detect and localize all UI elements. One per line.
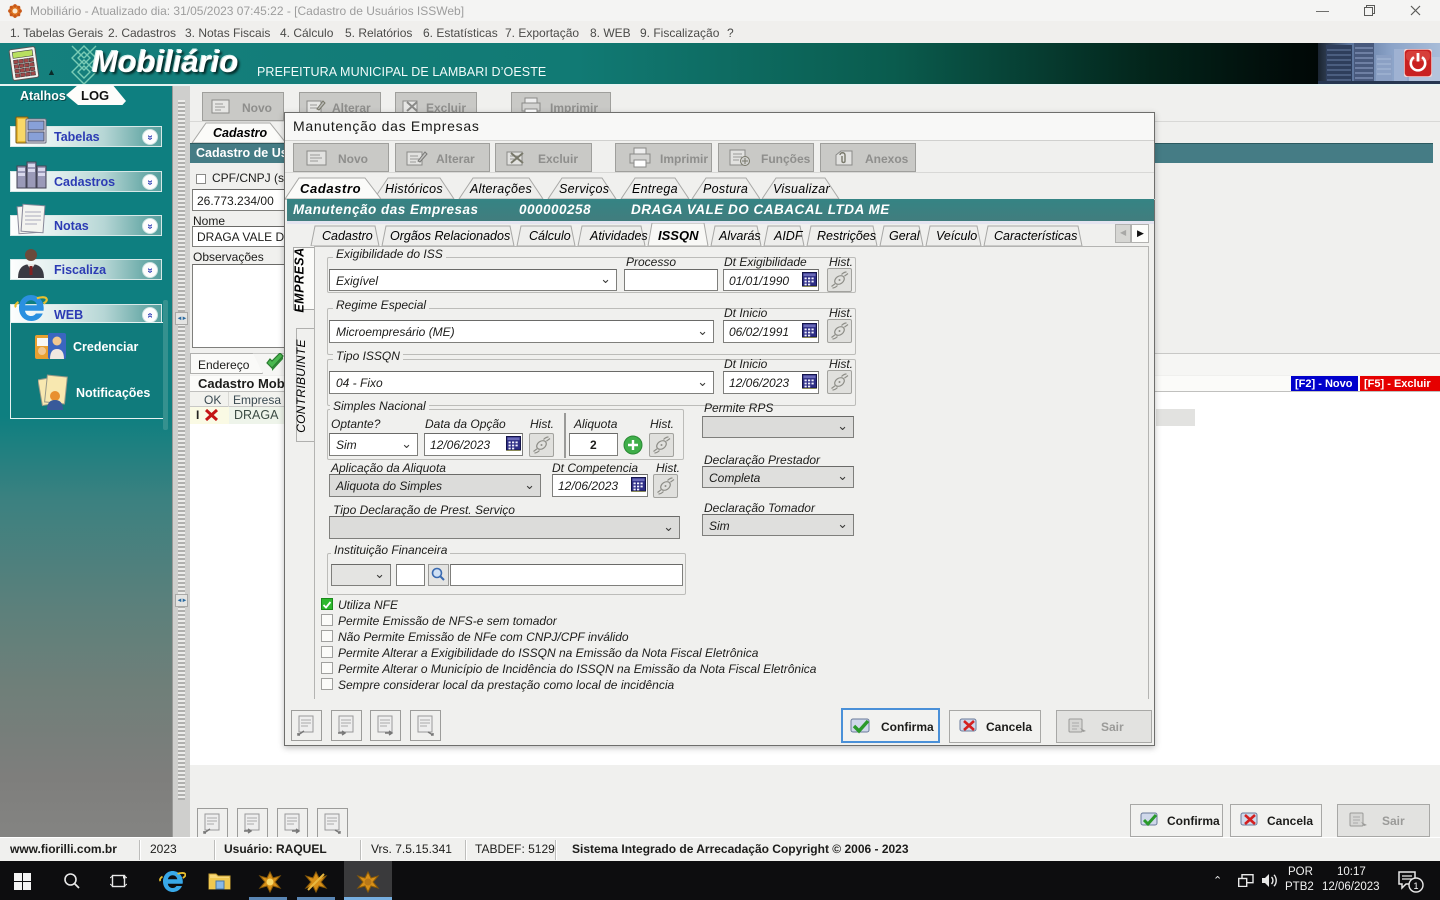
svg-text:1: 1	[1413, 881, 1418, 891]
